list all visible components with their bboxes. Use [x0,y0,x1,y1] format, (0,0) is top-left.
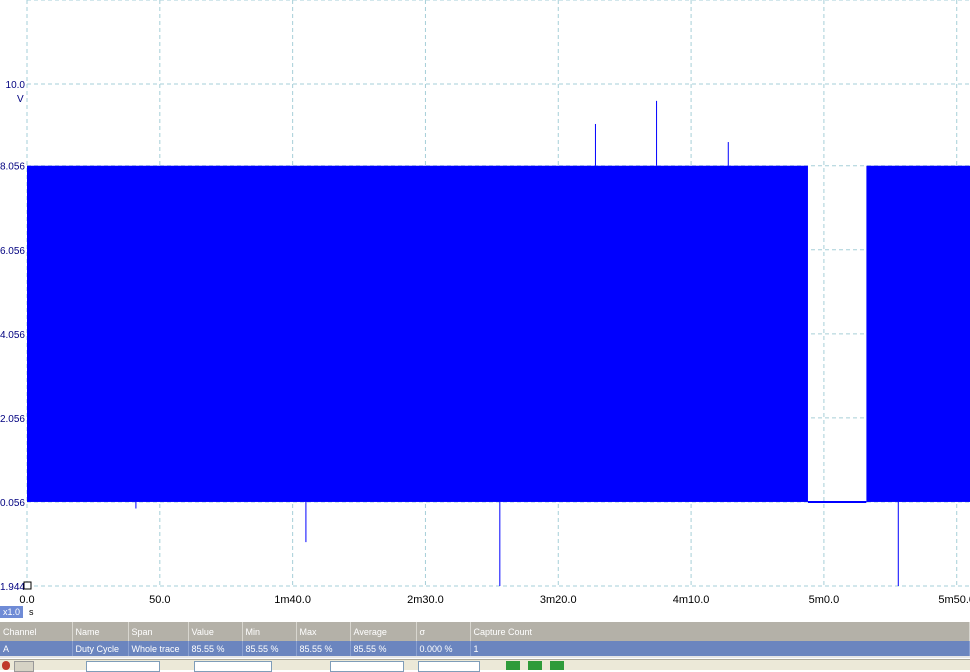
x-tick-label: 1m40.0 [274,594,311,606]
stop-icon[interactable] [14,661,34,672]
col-header-span[interactable]: Span [128,622,189,641]
y-tick-label: 8.056 [0,162,25,173]
cell-sigma: 0.000 % [416,641,471,656]
x-axis: 0.0 50.0 1m40.0 2m30.0 3m20.0 4m10.0 5m0.0 5m50… [19,594,970,606]
x-tick-label: 2m30.0 [407,594,444,606]
zoom-badge[interactable]: x1.0 [0,606,24,618]
y-tick-label: 10.0 [6,80,26,91]
trace-block [866,165,970,502]
x-unit-label: s [29,607,34,617]
col-header-value[interactable]: Value [188,622,243,641]
col-header-min[interactable]: Min [242,622,297,641]
col-header-sigma[interactable]: σ [416,622,471,641]
col-header-capture-count[interactable]: Capture Count [470,622,970,641]
col-header-average[interactable]: Average [350,622,417,641]
y-tick-label: 2.056 [0,414,25,425]
col-header-channel[interactable]: Channel [0,622,73,641]
cell-min: 85.55 % [242,641,297,656]
measurements-header-row: Channel Name Span Value Min Max Average … [0,622,970,641]
y-tick-label: 4.056 [0,330,25,341]
measurements-table: Channel Name Span Value Min Max Average … [0,622,970,656]
measurements-panel: Channel Name Span Value Min Max Average … [0,622,970,658]
col-header-name[interactable]: Name [72,622,129,641]
y-tick-label: 0.056 [0,498,25,509]
cell-average: 85.55 % [350,641,417,656]
cell-capture-count: 1 [470,641,970,656]
x-tick-label: 0.0 [19,594,34,606]
col-header-max[interactable]: Max [296,622,351,641]
x-tick-label: 3m20.0 [540,594,577,606]
scope-plot-area[interactable]: V10.08.0566.0564.0562.0560.056-1.944 [0,0,970,600]
cell-max: 85.55 % [296,641,351,656]
bottom-toolbar [0,659,970,672]
threshold-input[interactable] [330,661,404,672]
cell-value: 85.55 % [188,641,243,656]
trace-block [27,165,808,502]
x-tick-label: 5m0.0 [809,594,840,606]
trigger-source-select[interactable] [194,661,272,672]
x-tick-label: 50.0 [149,594,170,606]
cell-name: Duty Cycle [72,641,129,656]
x-tick-label: 4m10.0 [673,594,710,606]
table-row[interactable]: A Duty Cycle Whole trace 85.55 % 85.55 %… [0,641,970,656]
cell-channel: A [0,641,73,656]
cell-span: Whole trace [128,641,189,656]
x-tick-label: 5m50.0 [938,594,970,606]
y-unit-label: V [17,94,24,105]
y-tick-label: 6.056 [0,246,25,257]
pretrigger-input[interactable] [418,661,480,672]
trigger-mode-select[interactable] [86,661,160,672]
axis-origin-marker [23,581,32,590]
